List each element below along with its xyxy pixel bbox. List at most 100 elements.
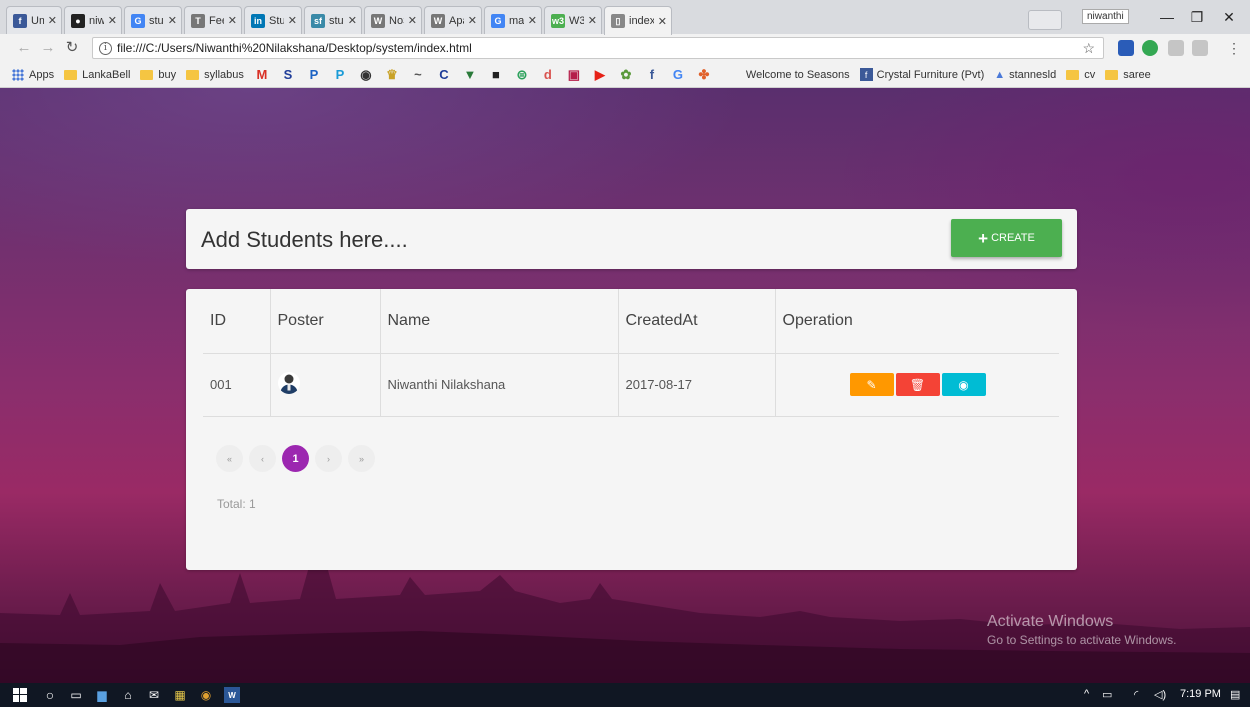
word-icon[interactable]: W bbox=[224, 687, 240, 703]
tab-2[interactable]: Gstudent ✕ bbox=[124, 6, 182, 34]
notifications-icon[interactable]: ▤ bbox=[1230, 688, 1240, 701]
tab-6[interactable]: W NoSQL ✕ bbox=[364, 6, 422, 34]
tab-close-icon[interactable]: ✕ bbox=[288, 14, 297, 27]
volume-icon[interactable]: ◁) bbox=[1154, 688, 1166, 701]
eye-icon: ◉ bbox=[958, 377, 969, 392]
youtube-icon[interactable]: ▶ bbox=[592, 67, 608, 83]
bookmark-3[interactable]: cv bbox=[1066, 69, 1095, 81]
store-icon[interactable]: ⌂ bbox=[120, 687, 136, 703]
tab-close-icon[interactable]: ✕ bbox=[348, 14, 357, 27]
delete-button[interactable]: 🗑 bbox=[895, 373, 940, 396]
tab-5[interactable]: sf student ✕ bbox=[304, 6, 362, 34]
tab-label: student bbox=[149, 14, 164, 27]
bookmark-icon-11[interactable]: ⊜ bbox=[514, 67, 530, 83]
tab-close-icon[interactable]: ✕ bbox=[408, 14, 417, 27]
text-icon: T bbox=[191, 13, 205, 28]
pagination-last[interactable]: » bbox=[348, 445, 375, 472]
info-icon[interactable]: i bbox=[99, 41, 112, 55]
tab-3[interactable]: T Fee Re ✕ bbox=[184, 6, 242, 34]
bookmark-icon-13[interactable]: ▣ bbox=[566, 67, 582, 83]
bookmark-icon-10[interactable]: ■ bbox=[488, 67, 504, 83]
view-button[interactable]: ◉ bbox=[941, 373, 986, 396]
wifi-icon[interactable]: ◜ bbox=[1134, 688, 1138, 701]
clock[interactable]: 7:19 PM bbox=[1180, 688, 1221, 700]
bookmark-folder-buy[interactable]: buy bbox=[140, 69, 176, 81]
notepad-icon[interactable]: ▦ bbox=[172, 687, 188, 703]
tray-chevron-icon[interactable]: ^ bbox=[1084, 688, 1089, 700]
bookmark-2[interactable]: ▲ stannesld bbox=[994, 69, 1056, 81]
tab-4[interactable]: in Studen ✕ bbox=[244, 6, 302, 34]
tab-label: Fee Re bbox=[209, 14, 224, 27]
tab-close-icon[interactable]: ✕ bbox=[168, 14, 177, 27]
bookmark-folder-syllabus[interactable]: syllabus bbox=[186, 69, 244, 81]
pagination-first[interactable]: « bbox=[216, 445, 243, 472]
tab-8[interactable]: Gmateri ✕ bbox=[484, 6, 542, 34]
bookmark-icon-12[interactable]: d bbox=[540, 67, 556, 83]
file-explorer-icon[interactable]: ▆ bbox=[94, 687, 110, 703]
bookmark-icon-7[interactable]: ~ bbox=[410, 67, 426, 83]
tab-10[interactable]: ▯ index.h ✕ bbox=[604, 6, 672, 35]
close-window-icon[interactable]: ✕ bbox=[1214, 6, 1244, 28]
extension-icon-3[interactable] bbox=[1168, 40, 1184, 56]
new-tab-button[interactable] bbox=[1028, 10, 1062, 30]
tab-close-icon[interactable]: ✕ bbox=[588, 14, 597, 27]
tab-7[interactable]: W Apache ✕ bbox=[424, 6, 482, 34]
extension-icon-2[interactable] bbox=[1142, 40, 1158, 56]
windows-start-icon[interactable] bbox=[12, 687, 28, 703]
pagination-page-1[interactable]: 1 bbox=[282, 445, 309, 472]
bookmark-icon-15[interactable]: ✿ bbox=[618, 67, 634, 83]
pagination-next[interactable]: › bbox=[315, 445, 342, 472]
bookmark-icon-6[interactable]: ♛ bbox=[384, 67, 400, 83]
search-icon[interactable]: ○ bbox=[42, 687, 58, 703]
tab-close-icon[interactable]: ✕ bbox=[48, 14, 57, 27]
back-icon[interactable]: ← bbox=[14, 38, 34, 58]
facebook-bm-icon[interactable]: f bbox=[644, 67, 660, 83]
tab-close-icon[interactable]: ✕ bbox=[228, 14, 237, 27]
bookmark-0[interactable]: Welcome to Seasons bbox=[746, 69, 850, 81]
bookmark-4[interactable]: saree bbox=[1105, 69, 1151, 81]
folder-icon bbox=[1066, 69, 1080, 80]
address-input[interactable]: i file:///C:/Users/Niwanthi%20Nilakshana… bbox=[92, 37, 1104, 59]
bookmark-1[interactable]: f Crystal Furniture (Pvt) bbox=[859, 68, 984, 81]
bookmark-folder-lankabell[interactable]: LankaBell bbox=[64, 69, 130, 81]
pagination-prev[interactable]: ‹ bbox=[249, 445, 276, 472]
bookmark-icon-18[interactable]: ✤ bbox=[696, 67, 712, 83]
tab-close-icon[interactable]: ✕ bbox=[108, 14, 117, 27]
reload-icon[interactable]: ↻ bbox=[62, 38, 82, 58]
mail-icon[interactable]: ✉ bbox=[146, 687, 162, 703]
task-view-icon[interactable]: ▭ bbox=[68, 687, 84, 703]
menu-icon[interactable]: ⋮ bbox=[1224, 38, 1244, 58]
star-icon[interactable]: ☆ bbox=[1082, 40, 1095, 57]
p-icon[interactable]: P bbox=[306, 67, 322, 83]
network-icon[interactable]: ▭ bbox=[1102, 688, 1112, 701]
tab-label: materi bbox=[509, 14, 524, 27]
bookmark-icon-5[interactable]: ◉ bbox=[358, 67, 374, 83]
gmail-icon[interactable]: M bbox=[254, 67, 270, 83]
tab-0[interactable]: f Umash ✕ bbox=[6, 6, 62, 34]
tab-close-icon[interactable]: ✕ bbox=[468, 14, 477, 27]
tab-close-icon[interactable]: ✕ bbox=[528, 14, 537, 27]
p2-icon[interactable]: P bbox=[332, 67, 348, 83]
address-text: file:///C:/Users/Niwanthi%20Nilakshana/D… bbox=[117, 41, 472, 55]
add-students-card: Add Students here.... + CREATE bbox=[186, 209, 1077, 269]
tab-close-icon[interactable]: ✕ bbox=[658, 15, 667, 28]
minimize-icon[interactable]: — bbox=[1152, 6, 1182, 28]
bookmark-icon-8[interactable]: C bbox=[436, 67, 452, 83]
extension-icon-1[interactable] bbox=[1118, 40, 1134, 56]
maximize-icon[interactable]: ❐ bbox=[1182, 6, 1212, 28]
tab-1[interactable]: ● niwant ✕ bbox=[64, 6, 122, 34]
pagination: « ‹ 1 › » bbox=[216, 445, 381, 472]
google-bm-icon[interactable]: G bbox=[670, 67, 686, 83]
edit-button[interactable]: ✎ bbox=[849, 373, 894, 396]
folder-icon bbox=[186, 69, 200, 80]
browser-tab-strip: niwanthi — ❐ ✕ fUmash✕●niwant✕Gstudent✕T… bbox=[0, 0, 1250, 35]
bookmark-apps[interactable]: Apps bbox=[12, 68, 54, 81]
extension-icon-4[interactable] bbox=[1192, 40, 1208, 56]
bookmark-icon-9[interactable]: ▼ bbox=[462, 67, 478, 83]
tab-9[interactable]: w3 W3.CSS ✕ bbox=[544, 6, 602, 34]
profile-badge[interactable]: niwanthi bbox=[1082, 9, 1129, 24]
s-icon[interactable]: S bbox=[280, 67, 296, 83]
forward-icon[interactable]: → bbox=[38, 38, 58, 58]
chrome-icon[interactable]: ◉ bbox=[198, 687, 214, 703]
create-button[interactable]: + CREATE bbox=[951, 219, 1062, 257]
